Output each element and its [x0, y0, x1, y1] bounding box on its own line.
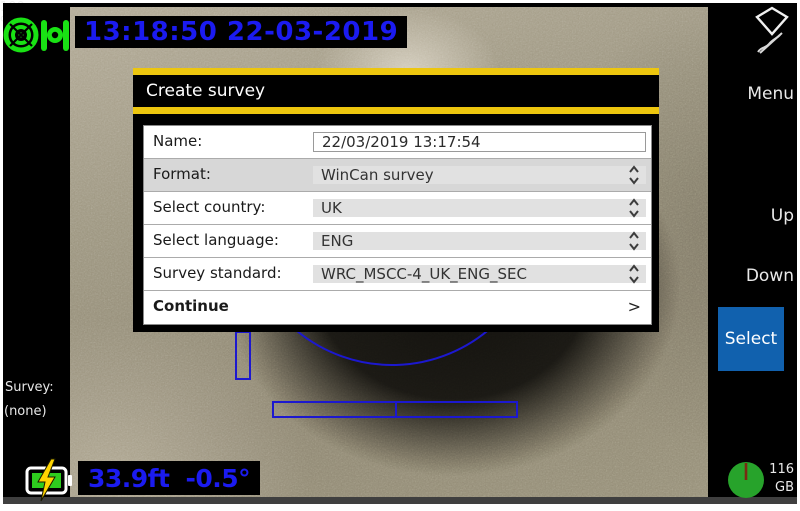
overlay-vertical-box	[236, 332, 250, 379]
continue-label: Continue	[144, 291, 229, 324]
format-select[interactable]: WinCan survey	[313, 166, 646, 184]
form-row-standard[interactable]: Survey standard: WRC_MSCC-4_UK_ENG_SEC	[144, 258, 651, 291]
form-row-country[interactable]: Select country: UK	[144, 192, 651, 225]
camera-locate-icon	[41, 20, 69, 51]
standard-select-value: WRC_MSCC-4_UK_ENG_SEC	[321, 265, 527, 283]
osd-distance-value: 33.9ft	[88, 464, 170, 493]
language-label: Select language:	[144, 225, 313, 257]
status-icon-group	[3, 12, 69, 58]
storage-unit: GB	[769, 479, 794, 497]
form-row-language[interactable]: Select language: ENG	[144, 225, 651, 258]
language-select-value: ENG	[321, 232, 353, 250]
survey-value: (none)	[4, 404, 47, 419]
storage-usage-pie-icon	[726, 460, 766, 500]
softkey-select[interactable]: Select	[718, 307, 784, 371]
softkey-select-label: Select	[725, 329, 777, 349]
bottom-bezel-strip	[3, 497, 797, 504]
create-survey-dialog: Create survey Name: 22/03/2019 13:17:54 …	[133, 68, 659, 332]
dialog-title: Create survey	[133, 75, 659, 107]
up-down-chevrons-icon	[628, 231, 640, 251]
chevron-right-icon: >	[628, 291, 651, 324]
sonde-coil-icon	[6, 20, 36, 50]
format-label: Format:	[144, 159, 313, 191]
console-screen: 13:18:50 22-03-2019 33.9ft-0.5° Survey: …	[0, 0, 800, 511]
format-select-value: WinCan survey	[321, 166, 434, 184]
osd-datetime: 13:18:50 22-03-2019	[75, 16, 407, 48]
language-select[interactable]: ENG	[313, 232, 646, 250]
dialog-accent-bar-bottom	[133, 107, 659, 114]
osd-datetime-text: 13:18:50 22-03-2019	[84, 17, 398, 47]
softkey-up[interactable]: Up	[771, 206, 794, 226]
up-down-chevrons-icon	[628, 264, 640, 284]
storage-remaining: 116 GB	[769, 461, 794, 497]
name-label: Name:	[144, 126, 313, 158]
country-select-value: UK	[321, 199, 342, 217]
up-down-chevrons-icon	[628, 198, 640, 218]
osd-distance-angle: 33.9ft -0.5°	[78, 461, 260, 495]
name-input-value: 22/03/2019 13:17:54	[322, 133, 481, 151]
country-select[interactable]: UK	[313, 199, 646, 217]
form-row-format[interactable]: Format: WinCan survey	[144, 159, 651, 192]
softkey-menu[interactable]: Menu	[747, 84, 794, 104]
survey-label: Survey:	[5, 380, 54, 395]
dialog-form: Name: 22/03/2019 13:17:54 Format: WinCan…	[143, 125, 652, 325]
country-label: Select country:	[144, 192, 313, 224]
up-down-chevrons-icon	[628, 165, 640, 185]
continue-button[interactable]: Continue >	[144, 291, 651, 324]
softkey-down[interactable]: Down	[746, 266, 794, 286]
sonde-signal-off-icon	[748, 5, 796, 55]
dialog-accent-bar-top	[133, 68, 659, 75]
form-row-name: Name: 22/03/2019 13:17:54	[144, 126, 651, 159]
battery-charging-icon	[24, 458, 76, 502]
osd-angle-value: -0.5°	[186, 464, 251, 493]
standard-select[interactable]: WRC_MSCC-4_UK_ENG_SEC	[313, 265, 646, 283]
storage-value: 116	[769, 461, 794, 479]
standard-label: Survey standard:	[144, 258, 313, 290]
name-input[interactable]: 22/03/2019 13:17:54	[313, 132, 646, 152]
